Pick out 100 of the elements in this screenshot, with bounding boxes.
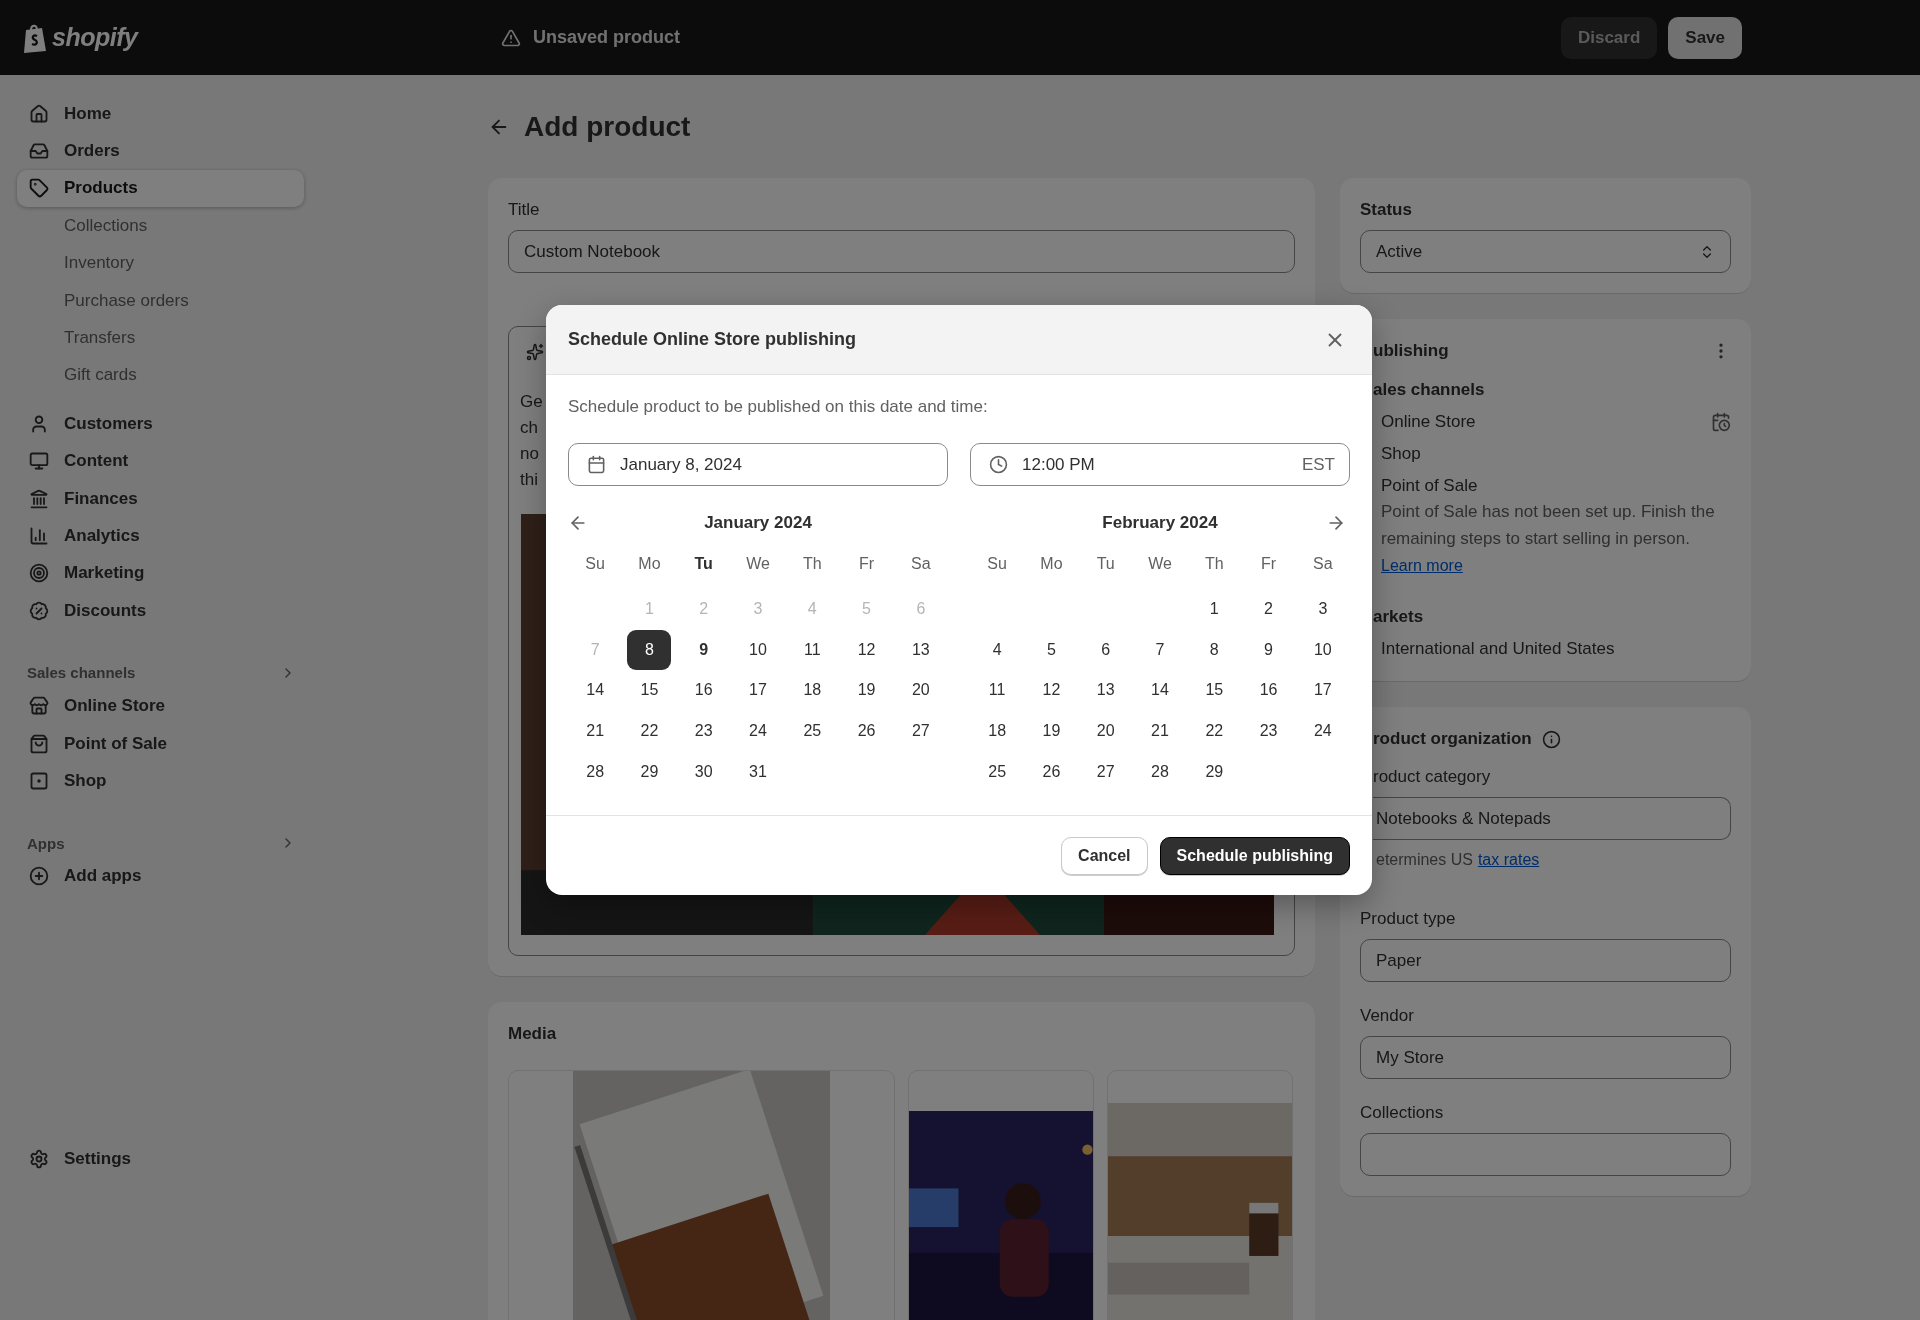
calendar-day[interactable]: 17 [1300, 670, 1345, 711]
calendar-day[interactable]: 10 [736, 629, 780, 670]
calendar-day[interactable]: 5 [1029, 629, 1074, 670]
calendar-day[interactable]: 21 [1138, 711, 1182, 752]
sidebar-item[interactable]: Shop [17, 762, 304, 800]
channel-name: Point of Sale [1381, 475, 1478, 497]
calendar-day[interactable]: 10 [1300, 629, 1345, 670]
schedule-button[interactable]: Schedule publishing [1159, 836, 1350, 875]
sidebar-item[interactable]: Orders [17, 132, 304, 170]
calendar-day[interactable]: 28 [1138, 751, 1182, 792]
category-field[interactable]: Notebooks & Notepads [1373, 797, 1731, 840]
calendar-day[interactable]: 24 [736, 711, 780, 752]
calendar-day[interactable]: 21 [573, 711, 618, 752]
calendar-day[interactable]: 19 [1029, 711, 1074, 752]
sidebar-item[interactable]: Home [17, 95, 304, 133]
calendar-day[interactable]: 24 [1300, 711, 1345, 752]
calendar-day[interactable]: 3 [1300, 589, 1345, 630]
dialog-text: Schedule product to be published on this date and time: [568, 396, 989, 418]
calendar-day[interactable]: 6 [1083, 629, 1128, 670]
calendar-day[interactable]: 8 [1192, 629, 1237, 670]
text-field[interactable]: My Store [1360, 1036, 1731, 1079]
calendar-day[interactable]: 23 [681, 711, 726, 752]
calendar-day[interactable]: 27 [898, 711, 943, 752]
calendar-day[interactable]: 25 [790, 711, 835, 752]
calendar-day[interactable]: 29 [627, 751, 672, 792]
weekday-label: Fr [1261, 555, 1277, 574]
percent-badge-icon [29, 600, 49, 621]
sidebar-item[interactable]: Discounts [17, 592, 304, 630]
calendar-day[interactable]: 26 [844, 711, 889, 752]
storefront-icon [29, 696, 49, 717]
calendar-day[interactable]: 19 [844, 670, 889, 711]
calendar-day[interactable]: 18 [975, 711, 1020, 752]
calendar-day[interactable]: 28 [573, 751, 618, 792]
calendar-day[interactable]: 25 [975, 751, 1020, 792]
calendar-day[interactable]: 11 [790, 629, 835, 670]
calendar-day[interactable]: 20 [898, 670, 943, 711]
section-title: arkets [1373, 606, 1425, 628]
calendar-day[interactable]: 4 [975, 629, 1020, 670]
sidebar-item[interactable]: Marketing [17, 554, 304, 593]
sidebar-item[interactable]: Finances [17, 479, 304, 518]
calendar-day[interactable]: 22 [627, 711, 672, 752]
text-field[interactable] [1360, 1133, 1731, 1176]
sidebar-item[interactable]: Content [17, 442, 304, 480]
sidebar-item[interactable]: Analytics [17, 517, 304, 555]
sidebar-item[interactable]: Online Store [17, 687, 304, 725]
calendar-day[interactable]: 2 [1246, 589, 1291, 630]
description-text: thi [520, 469, 538, 491]
dialog-title: Schedule Online Store publishing [568, 329, 857, 350]
sidebar-item[interactable]: Products [17, 169, 304, 208]
calendar-day[interactable]: 29 [1192, 751, 1237, 792]
calendar-day[interactable]: 1 [1192, 589, 1237, 630]
calendar-day[interactable]: 23 [1246, 711, 1291, 752]
cancel-button[interactable]: Cancel [1061, 836, 1148, 875]
calendar-day[interactable]: 26 [1029, 751, 1074, 792]
text-field[interactable]: Paper [1360, 939, 1731, 982]
calendar-day[interactable]: 13 [1083, 670, 1128, 711]
calendar-day[interactable]: 18 [790, 670, 835, 711]
field-label: Product type [1360, 908, 1457, 930]
time-field[interactable]: 12:00 PM EST [970, 443, 1350, 486]
calendar-day[interactable]: 15 [1192, 670, 1237, 711]
calendar-day[interactable]: 12 [844, 629, 889, 670]
card-title: Media [508, 1023, 558, 1045]
calendar-day[interactable]: 14 [1138, 670, 1182, 711]
info-icon[interactable] [1541, 729, 1561, 749]
unsaved-status: Unsaved product [533, 27, 681, 48]
sidebar-item[interactable]: Add apps [17, 857, 304, 896]
page-title: Add product [524, 111, 691, 143]
field-label: roduct category [1373, 766, 1492, 788]
calendar-day[interactable]: 22 [1192, 711, 1237, 752]
sparkle-icon[interactable] [526, 343, 544, 361]
sidebar-item[interactable]: Settings [17, 1140, 304, 1178]
sidebar-item[interactable]: Customers [17, 405, 304, 443]
card-title: roduct organization [1373, 728, 1532, 750]
calendar-day[interactable]: 13 [898, 629, 943, 670]
sidebar-item[interactable]: Point of Sale [17, 724, 304, 763]
weekday-label: Tu [694, 555, 713, 574]
media-tile[interactable] [508, 1070, 895, 1320]
description-text: Ge [520, 391, 543, 413]
media-tile[interactable] [908, 1070, 1094, 1320]
calendar-day[interactable]: 16 [1246, 670, 1291, 711]
monitor-icon [29, 451, 49, 472]
calendar-day[interactable]: 27 [1083, 751, 1128, 792]
calendar-clock-icon[interactable] [1711, 412, 1731, 432]
calendar-day[interactable]: 12 [1029, 670, 1074, 711]
calendar-day[interactable]: 31 [736, 751, 780, 792]
calendar-day[interactable]: 30 [681, 751, 726, 792]
calendar-day[interactable]: 15 [627, 670, 672, 711]
calendar-day[interactable]: 7 [1138, 629, 1182, 670]
calendar-day[interactable]: 14 [573, 670, 618, 711]
calendar-day[interactable]: 9 [1246, 629, 1291, 670]
calendar-day[interactable]: 16 [681, 670, 726, 711]
date-field[interactable]: January 8, 2024 [568, 443, 948, 486]
save-button[interactable]: Save [1668, 16, 1742, 59]
calendar-day[interactable]: 11 [975, 670, 1020, 711]
calendar-day[interactable]: 8 [627, 629, 672, 670]
title-field[interactable]: Custom Notebook [508, 230, 1295, 273]
calendar-day[interactable]: 9 [681, 629, 726, 670]
calendar-day[interactable]: 17 [736, 670, 780, 711]
status-select[interactable]: Active [1360, 230, 1731, 273]
calendar-day[interactable]: 20 [1083, 711, 1128, 752]
